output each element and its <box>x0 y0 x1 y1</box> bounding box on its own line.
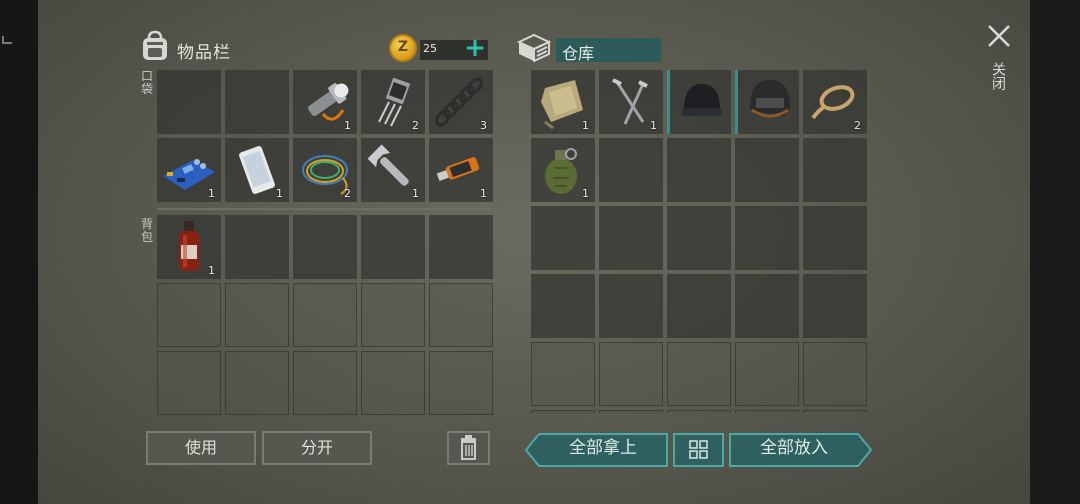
pocket-label: 口袋 <box>141 69 154 96</box>
close-icon[interactable] <box>985 22 1013 50</box>
warehouse-slot[interactable] <box>735 206 799 270</box>
warehouse-slot[interactable] <box>667 206 731 270</box>
item-count: 3 <box>480 119 487 132</box>
pocket-slot[interactable]: 3 <box>429 70 493 134</box>
pocket-slot[interactable]: 1 <box>361 138 425 202</box>
backpack-slot-locked <box>361 351 425 415</box>
sort-grid-icon <box>689 440 708 459</box>
warehouse-title-field[interactable]: 仓库 <box>556 38 661 63</box>
backpack-slot[interactable]: 1 <box>157 215 221 279</box>
backpack-slot-locked <box>225 283 289 347</box>
warehouse-slot[interactable] <box>803 342 867 406</box>
warehouse-slot[interactable] <box>667 70 731 134</box>
trash-icon <box>461 435 476 460</box>
item-count: 1 <box>208 264 215 277</box>
backpack-slot[interactable] <box>361 215 425 279</box>
backpack-slot-locked <box>225 351 289 415</box>
pocket-slot[interactable] <box>157 70 221 134</box>
item-count: 1 <box>208 187 215 200</box>
warehouse-slot[interactable] <box>803 138 867 202</box>
warehouse-slot[interactable] <box>599 206 663 270</box>
add-coins-button[interactable]: + <box>462 34 488 62</box>
warehouse-slot[interactable]: 2 <box>803 70 867 134</box>
left-frame <box>0 0 38 504</box>
close-button[interactable]: 关闭 <box>990 62 1006 90</box>
backpack-grid: 1 <box>157 215 493 415</box>
trash-button[interactable] <box>447 431 490 465</box>
warehouse-slot[interactable] <box>803 274 867 338</box>
item-count: 2 <box>854 119 861 132</box>
warehouse-slot[interactable]: 1 <box>599 70 663 134</box>
warehouse-slot[interactable] <box>803 206 867 270</box>
backpack-slot-locked <box>429 283 493 347</box>
gold-coin-icon: Z <box>389 34 417 62</box>
item-count: 1 <box>650 119 657 132</box>
right-frame <box>1030 0 1080 504</box>
item-count: 1 <box>344 119 351 132</box>
backpack-slot[interactable] <box>293 215 357 279</box>
warehouse-slot[interactable] <box>667 274 731 338</box>
helmet-icon <box>750 80 790 118</box>
warehouse-slot[interactable] <box>599 274 663 338</box>
split-button[interactable]: 分开 <box>262 431 372 465</box>
warehouse-title: 仓库 <box>562 44 595 63</box>
section-divider <box>157 208 491 210</box>
pocket-slot[interactable] <box>225 70 289 134</box>
warehouse-slot[interactable] <box>667 410 731 413</box>
inventory-title: 物品栏 <box>177 43 231 63</box>
warehouse-slot[interactable] <box>735 342 799 406</box>
backpack-slot-locked <box>293 351 357 415</box>
backpack-slot[interactable] <box>429 215 493 279</box>
pocket-slot[interactable]: 2 <box>361 70 425 134</box>
item-count: 1 <box>276 187 283 200</box>
warehouse-slot[interactable] <box>599 410 663 413</box>
warehouse-slot[interactable] <box>667 342 731 406</box>
item-count: 2 <box>412 119 419 132</box>
item-count: 2 <box>344 187 351 200</box>
item-count: 1 <box>480 187 487 200</box>
backpack-slot-locked <box>293 283 357 347</box>
backpack-slot-locked <box>157 351 221 415</box>
backpack-slot-locked <box>429 351 493 415</box>
pocket-grid: 1 2 3 1 1 2 1 1 <box>157 70 493 202</box>
warehouse-slot[interactable] <box>735 410 799 413</box>
warehouse-slot[interactable] <box>599 138 663 202</box>
warehouse-slot[interactable] <box>803 410 867 413</box>
backpack-label: 背包 <box>141 217 154 244</box>
item-count: 1 <box>582 119 589 132</box>
backpack-slot[interactable] <box>225 215 289 279</box>
use-button[interactable]: 使用 <box>146 431 256 465</box>
warehouse-slot[interactable] <box>735 70 799 134</box>
beanie-icon <box>682 84 722 116</box>
warehouse-slot[interactable] <box>667 138 731 202</box>
warehouse-slot[interactable] <box>599 342 663 406</box>
pocket-slot[interactable]: 1 <box>429 138 493 202</box>
edge-mark <box>2 36 12 44</box>
warehouse-slot[interactable] <box>531 342 595 406</box>
pocket-slot[interactable]: 2 <box>293 138 357 202</box>
warehouse-slot[interactable] <box>531 410 595 413</box>
warehouse-grid: 1 1 2 1 <box>531 70 867 413</box>
coin-amount: 25 <box>423 42 437 55</box>
warehouse-slot[interactable] <box>735 138 799 202</box>
warehouse-slot[interactable] <box>531 274 595 338</box>
sort-button[interactable] <box>673 433 724 467</box>
put-all-button[interactable]: 全部放入 <box>729 433 859 467</box>
backpack-slot-locked <box>157 283 221 347</box>
backpack-icon <box>143 30 167 60</box>
item-count: 1 <box>582 187 589 200</box>
warehouse-slot[interactable] <box>531 206 595 270</box>
pocket-slot[interactable]: 1 <box>225 138 289 202</box>
pocket-slot[interactable]: 1 <box>157 138 221 202</box>
take-all-button[interactable]: 全部拿上 <box>538 433 668 467</box>
warehouse-slot[interactable]: 1 <box>531 138 595 202</box>
item-count: 1 <box>412 187 419 200</box>
warehouse-slot[interactable] <box>735 274 799 338</box>
warehouse-icon <box>517 33 551 62</box>
backpack-slot-locked <box>361 283 425 347</box>
warehouse-slot[interactable]: 1 <box>531 70 595 134</box>
pocket-slot[interactable]: 1 <box>293 70 357 134</box>
